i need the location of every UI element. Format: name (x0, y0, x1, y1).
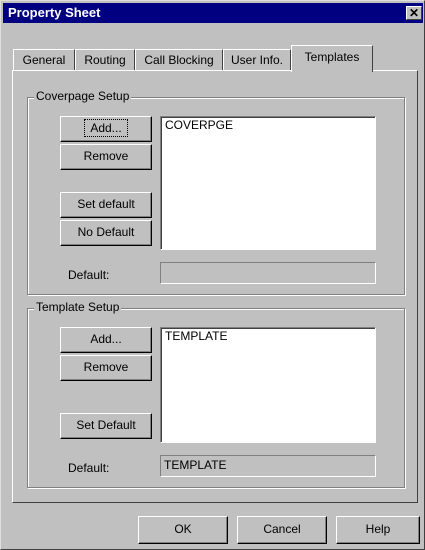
cancel-button[interactable]: Cancel (237, 516, 327, 544)
close-button[interactable]: ✕ (406, 6, 422, 20)
close-icon: ✕ (408, 6, 420, 20)
coverpage-no-default-label: No Default (77, 225, 135, 239)
cancel-label: Cancel (263, 522, 301, 536)
coverpage-no-default-button[interactable]: No Default (60, 220, 152, 246)
template-set-default-button[interactable]: Set Default (60, 413, 152, 439)
coverpage-set-default-label: Set default (77, 197, 135, 211)
template-add-label: Add... (90, 332, 122, 346)
coverpage-add-label: Add... (84, 119, 128, 137)
ok-button[interactable]: OK (138, 516, 228, 544)
template-default-field: TEMPLATE (160, 455, 376, 477)
template-listbox[interactable]: TEMPLATE (160, 327, 376, 443)
coverpage-remove-label: Remove (83, 149, 129, 163)
coverpage-listbox[interactable]: COVERPGE (160, 116, 376, 250)
template-set-default-label: Set Default (76, 418, 136, 432)
tab-general[interactable]: General (13, 49, 75, 71)
template-remove-button[interactable]: Remove (60, 355, 152, 381)
coverpage-remove-button[interactable]: Remove (60, 144, 152, 170)
coverpage-add-button[interactable]: Add... (60, 116, 152, 142)
coverpage-default-label: Default: (68, 268, 110, 282)
template-default-label: Default: (68, 461, 110, 475)
template-setup-group: Template Setup Add... Remove Set Default… (27, 300, 405, 488)
template-add-button[interactable]: Add... (60, 327, 152, 353)
template-remove-label: Remove (83, 360, 129, 374)
window-title: Property Sheet (8, 5, 101, 20)
coverpage-setup-group: Coverpage Setup Add... Remove Set defaul… (27, 89, 405, 295)
coverpage-set-default-button[interactable]: Set default (60, 192, 152, 218)
help-button[interactable]: Help (336, 516, 420, 544)
tab-call-blocking[interactable]: Call Blocking (135, 49, 223, 71)
help-label: Help (365, 522, 391, 536)
templates-panel: Coverpage Setup Add... Remove Set defaul… (12, 70, 418, 503)
template-setup-title: Template Setup (34, 300, 122, 314)
tab-templates[interactable]: Templates (291, 45, 373, 72)
title-bar[interactable]: Property Sheet ✕ (3, 3, 423, 23)
property-sheet-dialog: Property Sheet ✕ General Routing Call Bl… (0, 0, 425, 550)
list-item[interactable]: COVERPGE (161, 117, 375, 132)
tab-routing[interactable]: Routing (75, 49, 135, 71)
ok-label: OK (174, 522, 192, 536)
tab-user-info[interactable]: User Info. (223, 49, 291, 71)
list-item[interactable]: TEMPLATE (161, 328, 375, 343)
coverpage-setup-title: Coverpage Setup (34, 89, 132, 103)
coverpage-default-field (160, 262, 376, 284)
